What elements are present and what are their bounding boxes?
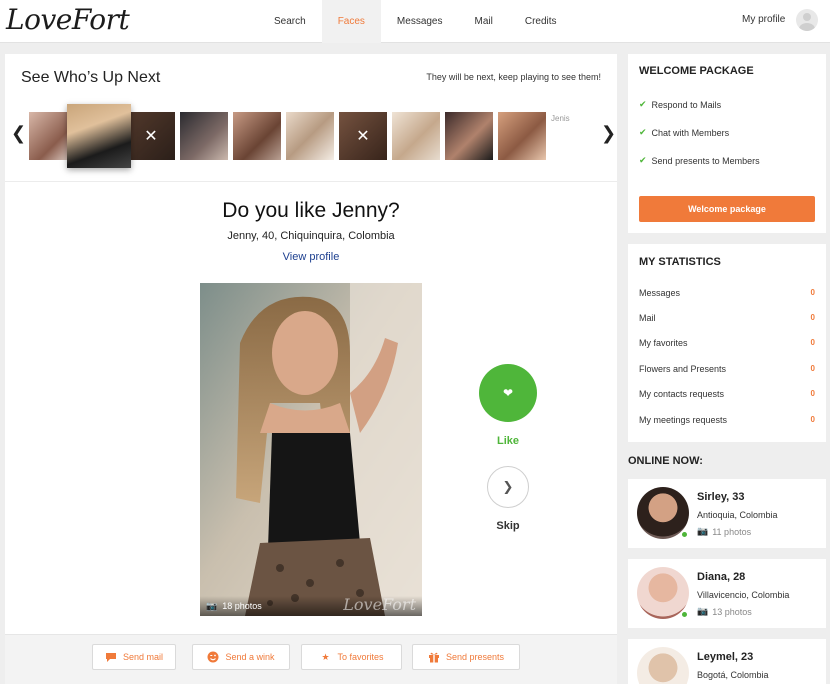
whos-next-hint: They will be next, keep playing to see t… — [426, 72, 601, 82]
next-thumb[interactable]: ✕ — [339, 112, 387, 160]
site-logo[interactable]: LoveFort — [6, 3, 130, 36]
welcome-title: WELCOME PACKAGE — [639, 65, 754, 77]
checkmark-icon: ✔ — [639, 99, 647, 109]
send-wink-button[interactable]: Send a wink — [192, 644, 290, 670]
heart-icon: ❤ — [502, 386, 514, 400]
like-label: Like — [496, 435, 519, 447]
online-member-card[interactable]: Diana, 28 Villavicencio, Colombia 📷 13 ph… — [628, 559, 826, 628]
next-thumb-broken[interactable]: Jenis — [551, 112, 599, 160]
whos-next-title: See Who’s Up Next — [21, 69, 161, 86]
online-member-card[interactable]: Sirley, 33 Antioquia, Colombia 📷 11 photo… — [628, 479, 826, 548]
next-thumb[interactable] — [180, 112, 228, 160]
next-thumb[interactable] — [445, 112, 493, 160]
chevron-left-icon[interactable]: ❮ — [11, 124, 26, 142]
profile-photo[interactable]: 📷 18 photos LoveFort — [200, 283, 422, 616]
nav-mail[interactable]: Mail — [459, 0, 509, 43]
next-thumb-current[interactable] — [67, 104, 131, 168]
chat-bubble-icon — [105, 651, 117, 663]
chevron-right-icon[interactable]: ❯ — [601, 124, 616, 142]
stat-row-contacts[interactable]: My contacts requests 0 — [639, 389, 815, 399]
stat-row-meetings[interactable]: My meetings requests 0 — [639, 415, 815, 425]
member-name: Diana, 28 — [697, 571, 746, 583]
stat-row-messages[interactable]: Messages 0 — [639, 288, 815, 298]
online-status-dot — [680, 610, 689, 619]
next-thumb[interactable] — [286, 112, 334, 160]
member-name: Sirley, 33 — [697, 491, 745, 503]
send-presents-button[interactable]: Send presents — [412, 644, 520, 670]
star-icon: ★ — [321, 651, 330, 662]
skipped-x-icon: ✕ — [127, 112, 175, 160]
welcome-item: ✔ Respond to Mails — [639, 99, 722, 110]
to-favorites-button[interactable]: ★ To favorites — [301, 644, 402, 670]
member-name: Leymel, 23 — [697, 651, 754, 663]
camera-icon: 📷 — [697, 606, 709, 616]
welcome-item: ✔ Send presents to Members — [639, 155, 760, 166]
profile-details: Jenny, 40, Chiquinquira, Colombia — [227, 230, 395, 242]
next-thumb[interactable]: ✕ — [127, 112, 175, 160]
member-location: Villavicencio, Colombia — [697, 590, 790, 600]
member-location: Antioquia, Colombia — [697, 510, 778, 520]
checkmark-icon: ✔ — [639, 155, 647, 165]
next-thumb[interactable] — [392, 112, 440, 160]
main-panel: See Who’s Up Next They will be next, kee… — [5, 54, 617, 684]
like-question: Do you like Jenny? — [222, 199, 400, 222]
online-status-dot — [680, 530, 689, 539]
member-photos: 📷 11 photos — [697, 526, 752, 537]
nav-messages[interactable]: Messages — [381, 0, 459, 43]
next-thumb[interactable] — [498, 112, 546, 160]
broken-image-label: Jenis — [551, 114, 570, 123]
stat-row-mail[interactable]: Mail 0 — [639, 313, 815, 323]
send-wink-label: Send a wink — [225, 652, 275, 662]
to-favorites-label: To favorites — [337, 652, 384, 662]
skipped-x-icon: ✕ — [339, 112, 387, 160]
user-avatar-icon[interactable] — [796, 9, 818, 31]
member-photos: 📷 13 photos — [697, 606, 752, 617]
chevron-right-icon: ❯ — [502, 479, 514, 494]
next-thumb[interactable] — [233, 112, 281, 160]
gift-icon — [428, 651, 440, 663]
nav-credits[interactable]: Credits — [509, 0, 573, 43]
send-mail-label: Send mail — [122, 652, 164, 662]
like-button[interactable]: ❤ — [479, 364, 537, 422]
skip-label: Skip — [496, 520, 520, 532]
member-location: Bogotá, Colombia — [697, 670, 769, 680]
online-now-title: ONLINE NOW: — [628, 455, 703, 467]
profile-photo-image — [200, 283, 422, 616]
send-presents-label: Send presents — [445, 652, 505, 662]
welcome-package-card: WELCOME PACKAGE ✔ Respond to Mails ✔ Chat … — [628, 54, 826, 233]
photo-watermark: LoveFort — [343, 595, 416, 614]
whos-next-section: See Who’s Up Next They will be next, kee… — [5, 54, 617, 182]
send-mail-button[interactable]: Send mail — [92, 644, 176, 670]
top-header: LoveFort Search Faces Messages Mail Cred… — [0, 0, 830, 43]
main-nav: Search Faces Messages Mail Credits — [258, 0, 573, 43]
nav-search[interactable]: Search — [258, 0, 322, 43]
wink-face-icon — [207, 651, 219, 663]
nav-faces[interactable]: Faces — [321, 0, 381, 43]
stat-row-presents[interactable]: Flowers and Presents 0 — [639, 364, 815, 374]
skip-button[interactable]: ❯ — [487, 466, 529, 508]
view-profile-link[interactable]: View profile — [5, 251, 617, 263]
stat-row-favorites[interactable]: My favorites 0 — [639, 338, 815, 348]
photo-count-label: 18 photos — [222, 601, 262, 611]
avatar — [637, 647, 689, 684]
camera-icon: 📷 — [697, 526, 709, 536]
statistics-title: MY STATISTICS — [639, 256, 721, 268]
actions-bar: Send mail Send a wink ★ To favorites Sen… — [5, 634, 617, 684]
my-statistics-card: MY STATISTICS Messages 0 Mail 0 My favorit… — [628, 244, 826, 442]
online-member-card[interactable]: Leymel, 23 Bogotá, Colombia — [628, 639, 826, 684]
camera-icon: 📷 — [206, 600, 218, 611]
welcome-package-button[interactable]: Welcome package — [639, 196, 815, 222]
my-profile-link[interactable]: My profile — [742, 14, 785, 25]
checkmark-icon: ✔ — [639, 127, 647, 137]
welcome-item: ✔ Chat with Members — [639, 127, 730, 138]
